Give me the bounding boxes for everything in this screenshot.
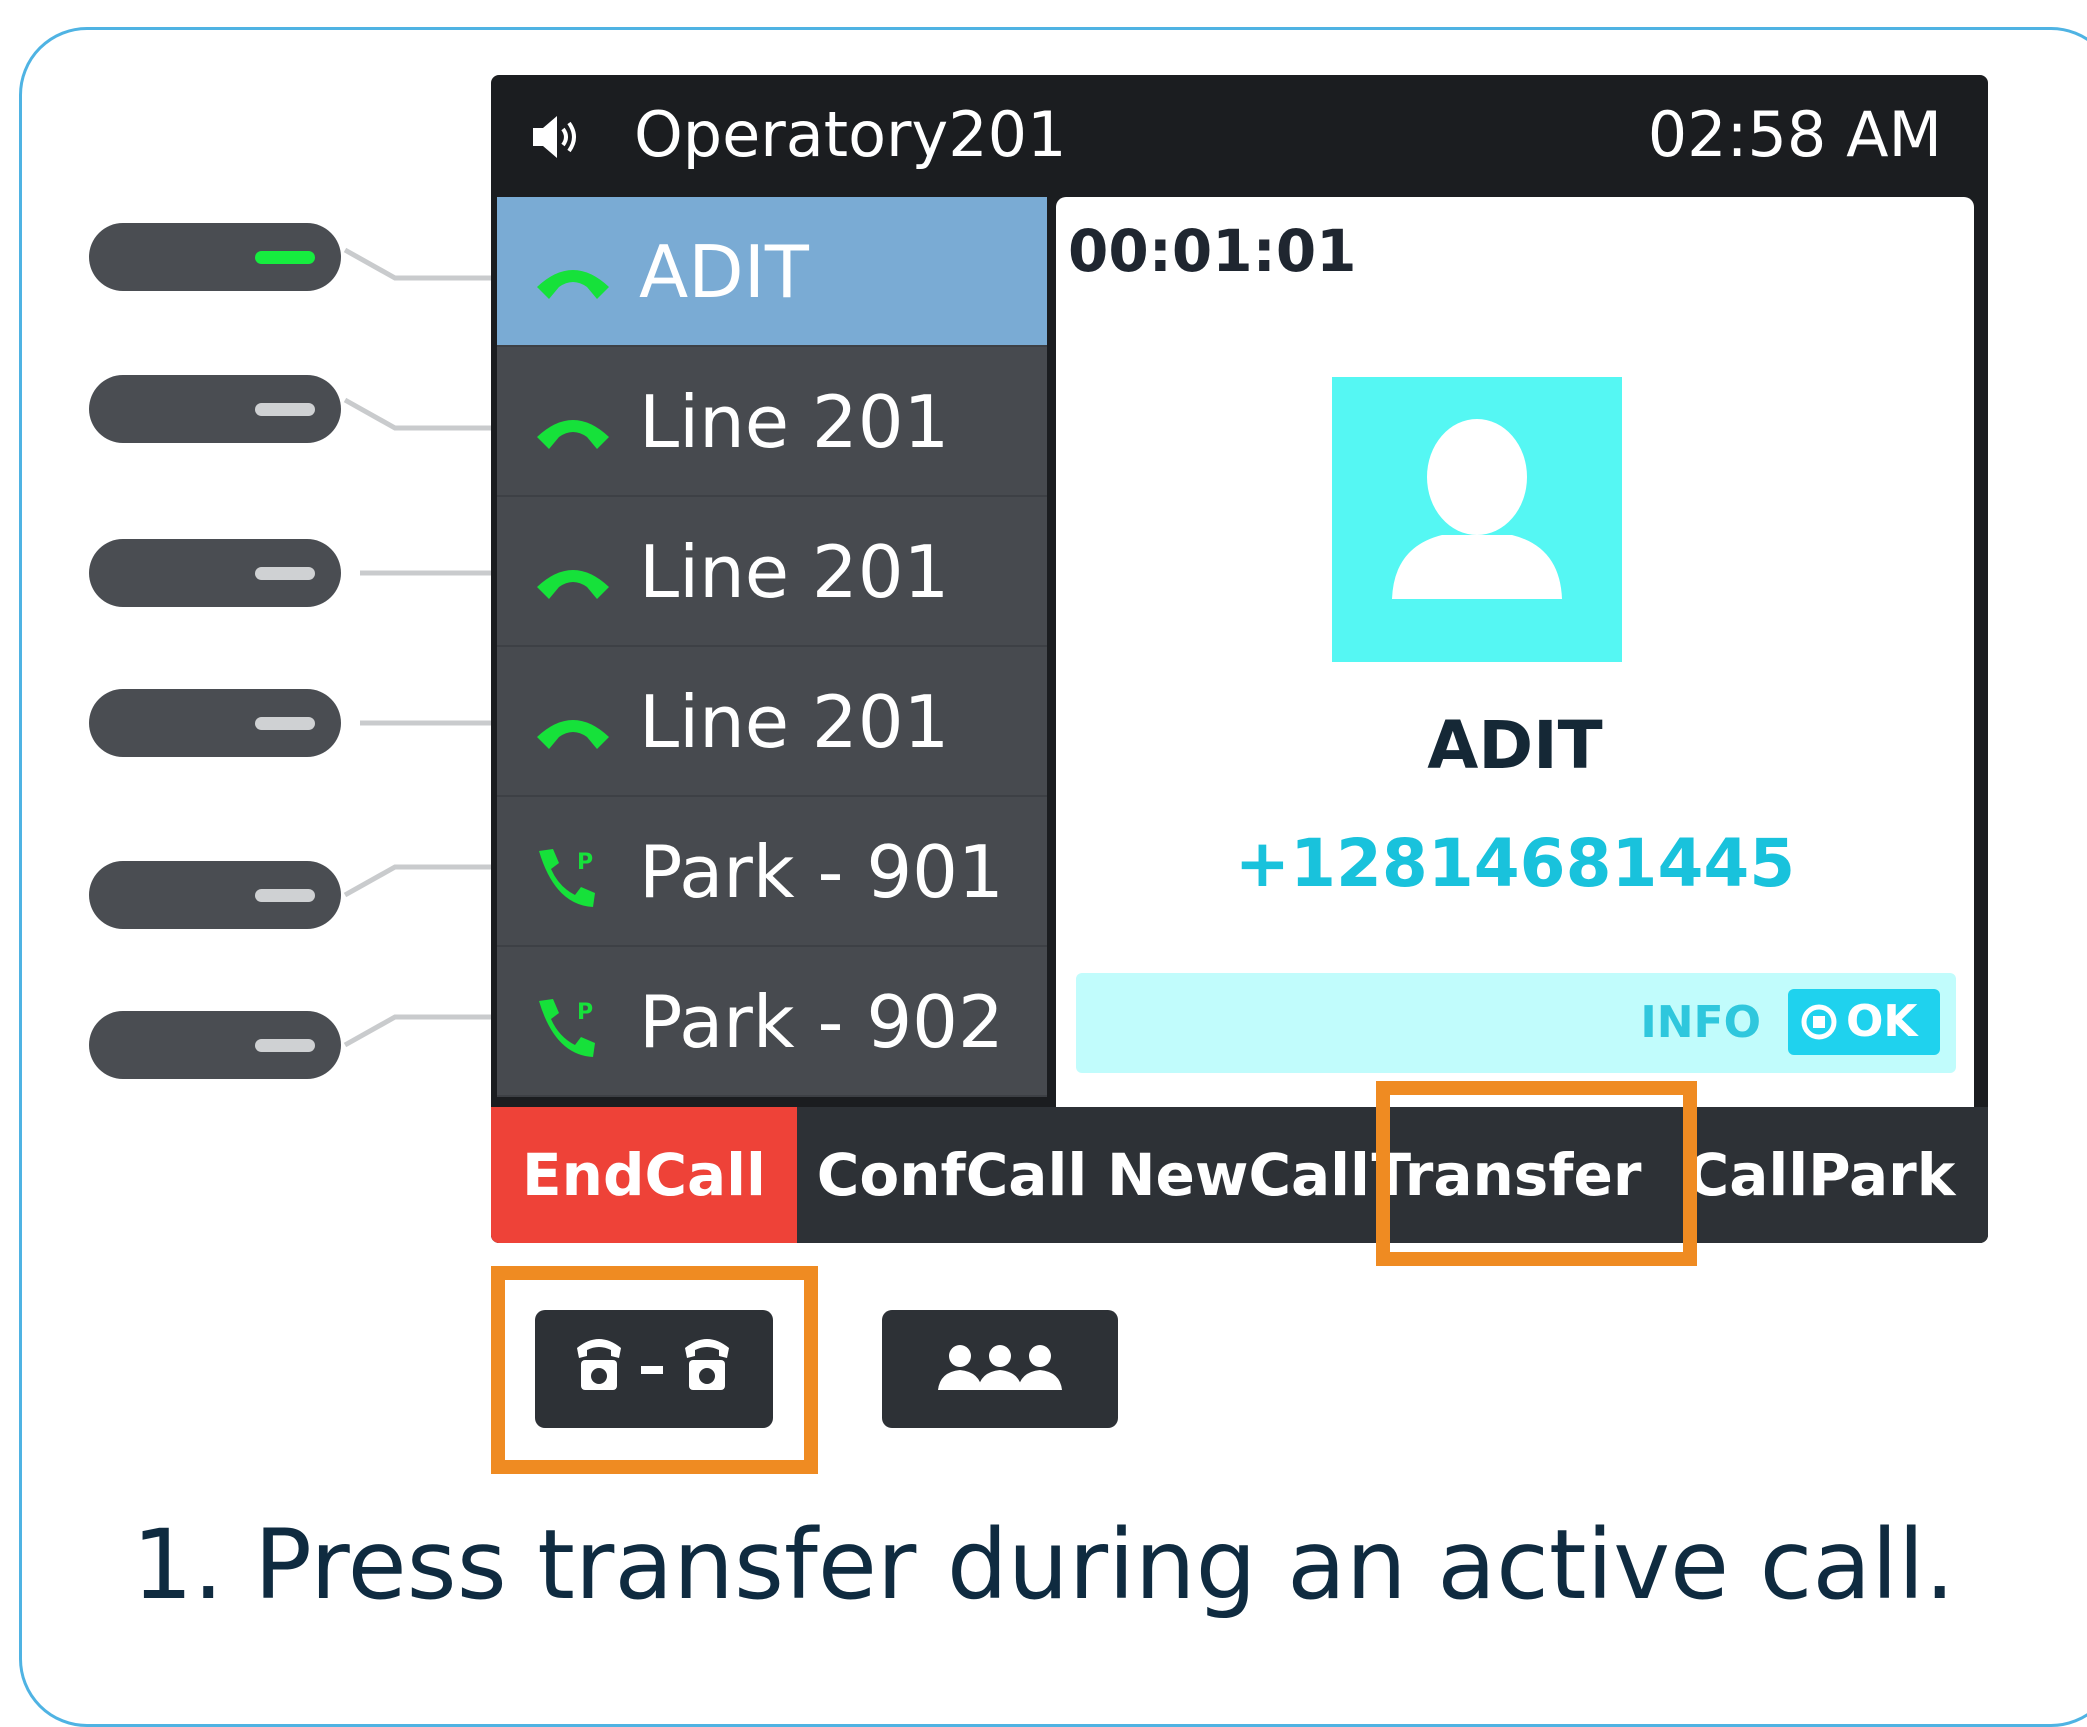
- line-item-label: Park - 902: [639, 980, 1004, 1064]
- line-item-label: ADIT: [639, 230, 809, 314]
- line-list: ADIT Line 201 Line 201 Line 201 P Park -…: [497, 197, 1047, 1177]
- phone-screen: Operatory201 02:58 AM ADIT Line 201 Line…: [491, 75, 1988, 1243]
- call-detail-panel: 00:01:01 ADIT +12814681445 INFO OK: [1056, 197, 1974, 1177]
- line-key-2[interactable]: [89, 375, 341, 443]
- info-label: INFO: [1640, 997, 1761, 1048]
- line-key-led: [255, 1039, 315, 1052]
- line-item-label: Park - 901: [639, 830, 1004, 914]
- line-key-3[interactable]: [89, 539, 341, 607]
- softkey-confcall[interactable]: ConfCall: [797, 1107, 1107, 1243]
- instruction-caption: 1. Press transfer during an active call.: [131, 1509, 1956, 1621]
- ok-button[interactable]: OK: [1788, 989, 1940, 1055]
- clock: 02:58 AM: [1647, 98, 1942, 171]
- softkey-bar: EndCall ConfCall NewCall Transfer CallPa…: [491, 1107, 1988, 1243]
- line-key-5[interactable]: [89, 861, 341, 929]
- info-bar: INFO OK: [1076, 973, 1956, 1073]
- line-item-label: Line 201: [639, 530, 950, 614]
- contact-number: +12814681445: [1234, 825, 1796, 902]
- call-timer: 00:01:01: [1068, 217, 1357, 285]
- line-key-4[interactable]: [89, 689, 341, 757]
- line-key-led: [255, 717, 315, 730]
- ok-ring-icon: [1801, 1004, 1837, 1040]
- svg-text:P: P: [577, 850, 593, 875]
- park-phone-icon: P: [539, 849, 595, 907]
- line-key-led: [255, 889, 315, 902]
- transfer-key-highlight: [491, 1266, 818, 1474]
- account-name: Operatory201: [634, 98, 1067, 171]
- line-item-line-201[interactable]: Line 201: [497, 497, 1047, 647]
- contact-avatar: [1332, 377, 1622, 662]
- svg-text:P: P: [577, 1000, 593, 1025]
- conference-hard-key[interactable]: [882, 1310, 1118, 1428]
- speaker-icon: [533, 116, 576, 158]
- person-avatar-icon: [1392, 419, 1562, 599]
- softkey-callpark[interactable]: CallPark: [1654, 1107, 1988, 1243]
- line-key-led: [255, 567, 315, 580]
- line-item-adit[interactable]: ADIT: [497, 197, 1047, 347]
- handset-icon: [537, 720, 609, 749]
- softkey-endcall[interactable]: EndCall: [491, 1107, 797, 1243]
- line-item-park-902[interactable]: P Park - 902: [497, 947, 1047, 1097]
- conference-key-icon: [938, 1345, 1062, 1390]
- park-phone-icon: P: [539, 999, 595, 1057]
- line-key-led: [255, 251, 315, 264]
- line-item-line-201[interactable]: Line 201: [497, 647, 1047, 797]
- line-item-park-901[interactable]: P Park - 901: [497, 797, 1047, 947]
- line-item-label: Line 201: [639, 380, 950, 464]
- transfer-softkey-highlight: [1376, 1081, 1697, 1266]
- handset-icon: [537, 420, 609, 449]
- ok-label: OK: [1846, 996, 1918, 1047]
- handset-icon: [537, 570, 609, 599]
- contact-name: ADIT: [1427, 707, 1603, 784]
- line-key-led: [255, 403, 315, 416]
- softkey-newcall[interactable]: NewCall: [1107, 1107, 1370, 1243]
- line-key-6[interactable]: [89, 1011, 341, 1079]
- line-key-1[interactable]: [89, 223, 341, 291]
- status-bar: Operatory201 02:58 AM: [491, 75, 1988, 197]
- line-item-line-201[interactable]: Line 201: [497, 347, 1047, 497]
- line-item-label: Line 201: [639, 680, 950, 764]
- handset-icon: [537, 270, 609, 299]
